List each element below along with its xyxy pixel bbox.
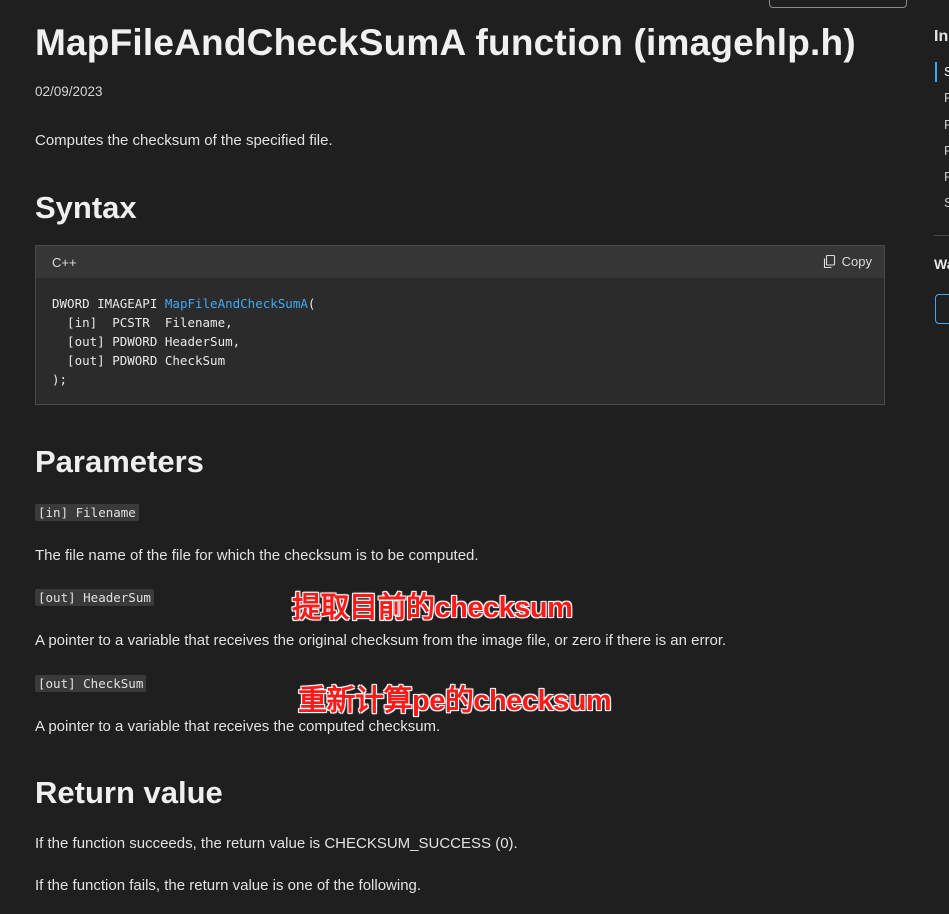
return-value-heading: Return value (35, 775, 223, 810)
copy-label: Copy (841, 254, 872, 269)
return-value-para-1: If the function succeeds, the return val… (35, 835, 518, 852)
top-button[interactable] (769, 0, 907, 8)
sidebar-item-3[interactable]: P (944, 117, 949, 132)
param-desc-headersum: A pointer to a variable that receives th… (35, 632, 727, 649)
code-line-1-suffix: ( (307, 296, 316, 311)
page-title: MapFileAndCheckSumA function (imagehlp.h… (35, 22, 856, 63)
sidebar-divider (934, 235, 949, 236)
publish-date: 02/09/2023 (35, 84, 103, 99)
code-line-1-prefix: DWORD IMAGEAPI (52, 296, 165, 311)
page-description: Computes the checksum of the specified f… (35, 132, 333, 149)
param-tag-filename: [in] Filename (35, 504, 139, 521)
copy-button[interactable]: Copy (823, 254, 872, 269)
docs-page: MapFileAndCheckSumA function (imagehlp.h… (0, 0, 949, 914)
sidebar-item-6[interactable]: S (944, 195, 949, 210)
code-line-4: [out] PDWORD CheckSum (52, 353, 226, 368)
sidebar-active-marker (935, 62, 937, 82)
param-desc-checksum: A pointer to a variable that receives th… (35, 718, 441, 735)
in-this-article-sidebar: In S P P P P S Wa (934, 0, 949, 914)
code-function-link[interactable]: MapFileAndCheckSumA (165, 296, 308, 311)
sidebar-item-5[interactable]: P (944, 169, 949, 184)
code-line-2: [in] PCSTR Filename, (52, 315, 233, 330)
param-tag-checksum: [out] CheckSum (35, 675, 147, 692)
return-value-para-2: If the function fails, the return value … (35, 877, 422, 894)
sidebar-button[interactable] (935, 294, 949, 324)
annotation-headersum: 提取目前的checksum (292, 592, 573, 624)
syntax-heading: Syntax (35, 190, 137, 225)
param-tag-headersum: [out] HeaderSum (35, 589, 154, 606)
annotation-checksum: 重新计算pe的checksum (298, 685, 612, 717)
sidebar-item-2[interactable]: P (944, 90, 949, 105)
param-desc-filename: The file name of the file for which the … (35, 547, 479, 564)
sidebar-item-4[interactable]: P (944, 143, 949, 158)
code-text: DWORD IMAGEAPI MapFileAndCheckSumA( [in]… (52, 294, 315, 389)
code-block: C++ Copy DWORD IMAGEAPI MapFileAndCheckS… (35, 245, 885, 405)
sidebar-item-1[interactable]: S (944, 64, 949, 79)
code-block-header: C++ Copy (36, 246, 884, 278)
sidebar-section-2-title: Wa (934, 256, 949, 272)
copy-icon (823, 254, 836, 269)
code-language-label: C++ (52, 255, 77, 270)
code-line-5: ); (52, 372, 68, 387)
sidebar-title: In (934, 28, 949, 45)
code-line-3: [out] PDWORD HeaderSum, (52, 334, 241, 349)
parameters-heading: Parameters (35, 444, 204, 479)
